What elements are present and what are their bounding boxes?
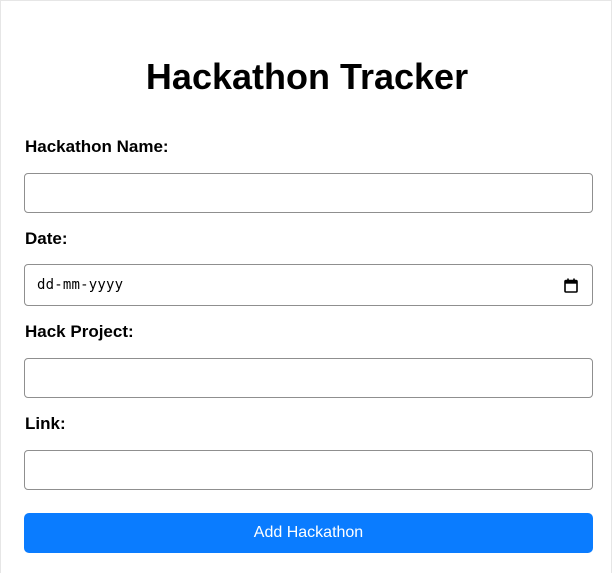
link-input[interactable] (24, 450, 593, 490)
date-input[interactable]: dd-mm-yyyy (24, 264, 593, 306)
add-hackathon-button[interactable]: Add Hackathon (24, 513, 593, 553)
page-title: Hackathon Tracker (145, 56, 469, 97)
date-label: Date: (25, 229, 68, 248)
hackathon-name-input[interactable] (24, 173, 593, 213)
hackathon-name-label: Hackathon Name: (25, 137, 169, 156)
hack-project-label: Hack Project: (25, 322, 134, 341)
date-placeholder: dd-mm-yyyy (37, 277, 124, 293)
calendar-icon[interactable] (564, 278, 578, 293)
tracker-card: Hackathon Tracker Hackathon Name: Date: … (0, 0, 612, 573)
link-label: Link: (25, 414, 66, 433)
hack-project-input[interactable] (24, 358, 593, 398)
